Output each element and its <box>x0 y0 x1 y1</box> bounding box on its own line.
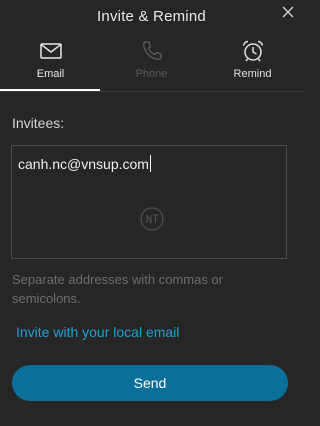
title-bar: Invite & Remind <box>0 0 303 34</box>
tab-email-label: Email <box>36 68 65 80</box>
separator-hint: Separate addresses with commas or semico… <box>12 272 223 306</box>
tab-phone-label: Phone <box>135 68 168 80</box>
invitees-label: Invitees: <box>12 115 65 131</box>
envelope-icon <box>38 38 64 64</box>
watermark-logo-icon <box>139 206 165 232</box>
close-icon[interactable] <box>281 5 295 19</box>
invite-local-email-link[interactable]: Invite with your local email <box>16 324 179 340</box>
invitees-input[interactable]: canh.nc@vnsup.com <box>11 145 287 259</box>
alarm-clock-icon <box>240 38 266 64</box>
phone-icon <box>139 38 165 64</box>
send-button[interactable]: Send <box>12 365 288 401</box>
invitees-input-value[interactable]: canh.nc@vnsup.com <box>18 155 151 172</box>
dialog-title: Invite & Remind <box>97 8 206 25</box>
text-caret <box>149 155 151 172</box>
tab-bar: Email Phone Remind <box>0 34 303 92</box>
tab-remind[interactable]: Remind <box>202 34 303 92</box>
tab-phone[interactable]: Phone <box>101 34 202 92</box>
invitees-input-text: canh.nc@vnsup.com <box>18 156 149 172</box>
tab-email[interactable]: Email <box>0 34 101 92</box>
tab-divider <box>0 91 303 92</box>
tab-remind-label: Remind <box>233 68 272 80</box>
